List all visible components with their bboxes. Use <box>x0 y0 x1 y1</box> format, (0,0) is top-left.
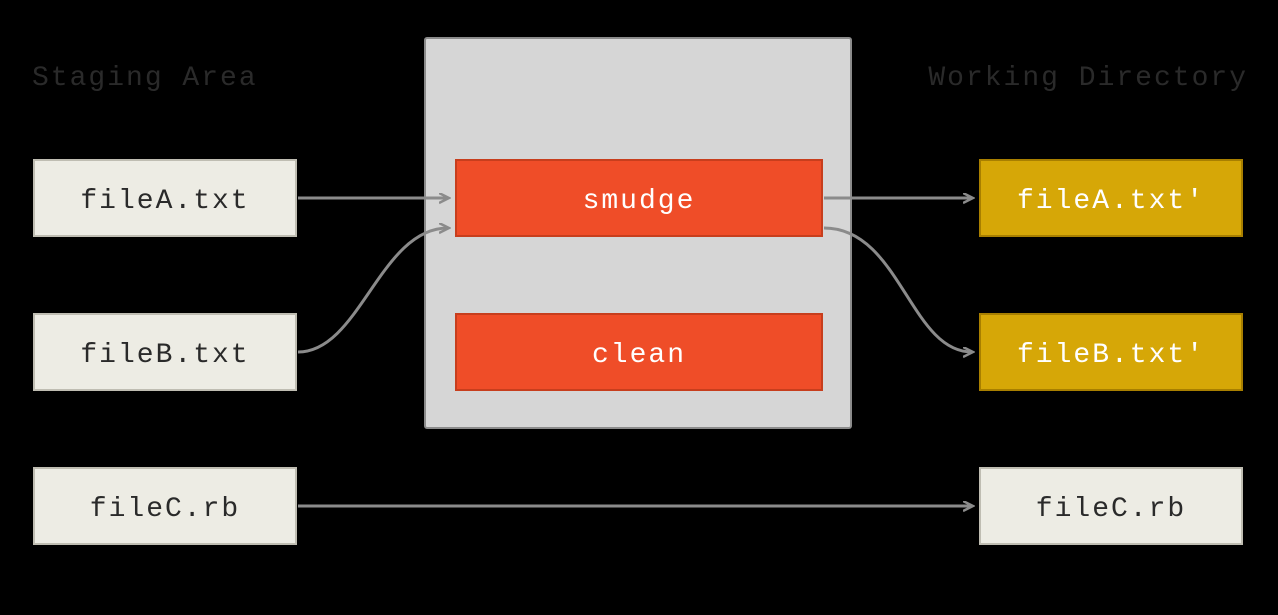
heading-staging: Staging Area <box>32 63 258 94</box>
working-file-a-label: fileA.txt' <box>1017 186 1205 217</box>
filter-smudge-label: smudge <box>583 186 696 217</box>
staging-file-a-label: fileA.txt <box>80 186 249 217</box>
working-file-c-label: fileC.rb <box>1036 494 1186 525</box>
heading-working: Working Directory <box>928 63 1248 94</box>
staging-file-c-label: fileC.rb <box>90 494 240 525</box>
staging-file-b-label: fileB.txt <box>80 340 249 371</box>
working-file-b-label: fileB.txt' <box>1017 340 1205 371</box>
filter-clean-label: clean <box>592 340 686 371</box>
diagram-canvas: Staging Area *.txt Filter Working Direct… <box>0 0 1278 615</box>
